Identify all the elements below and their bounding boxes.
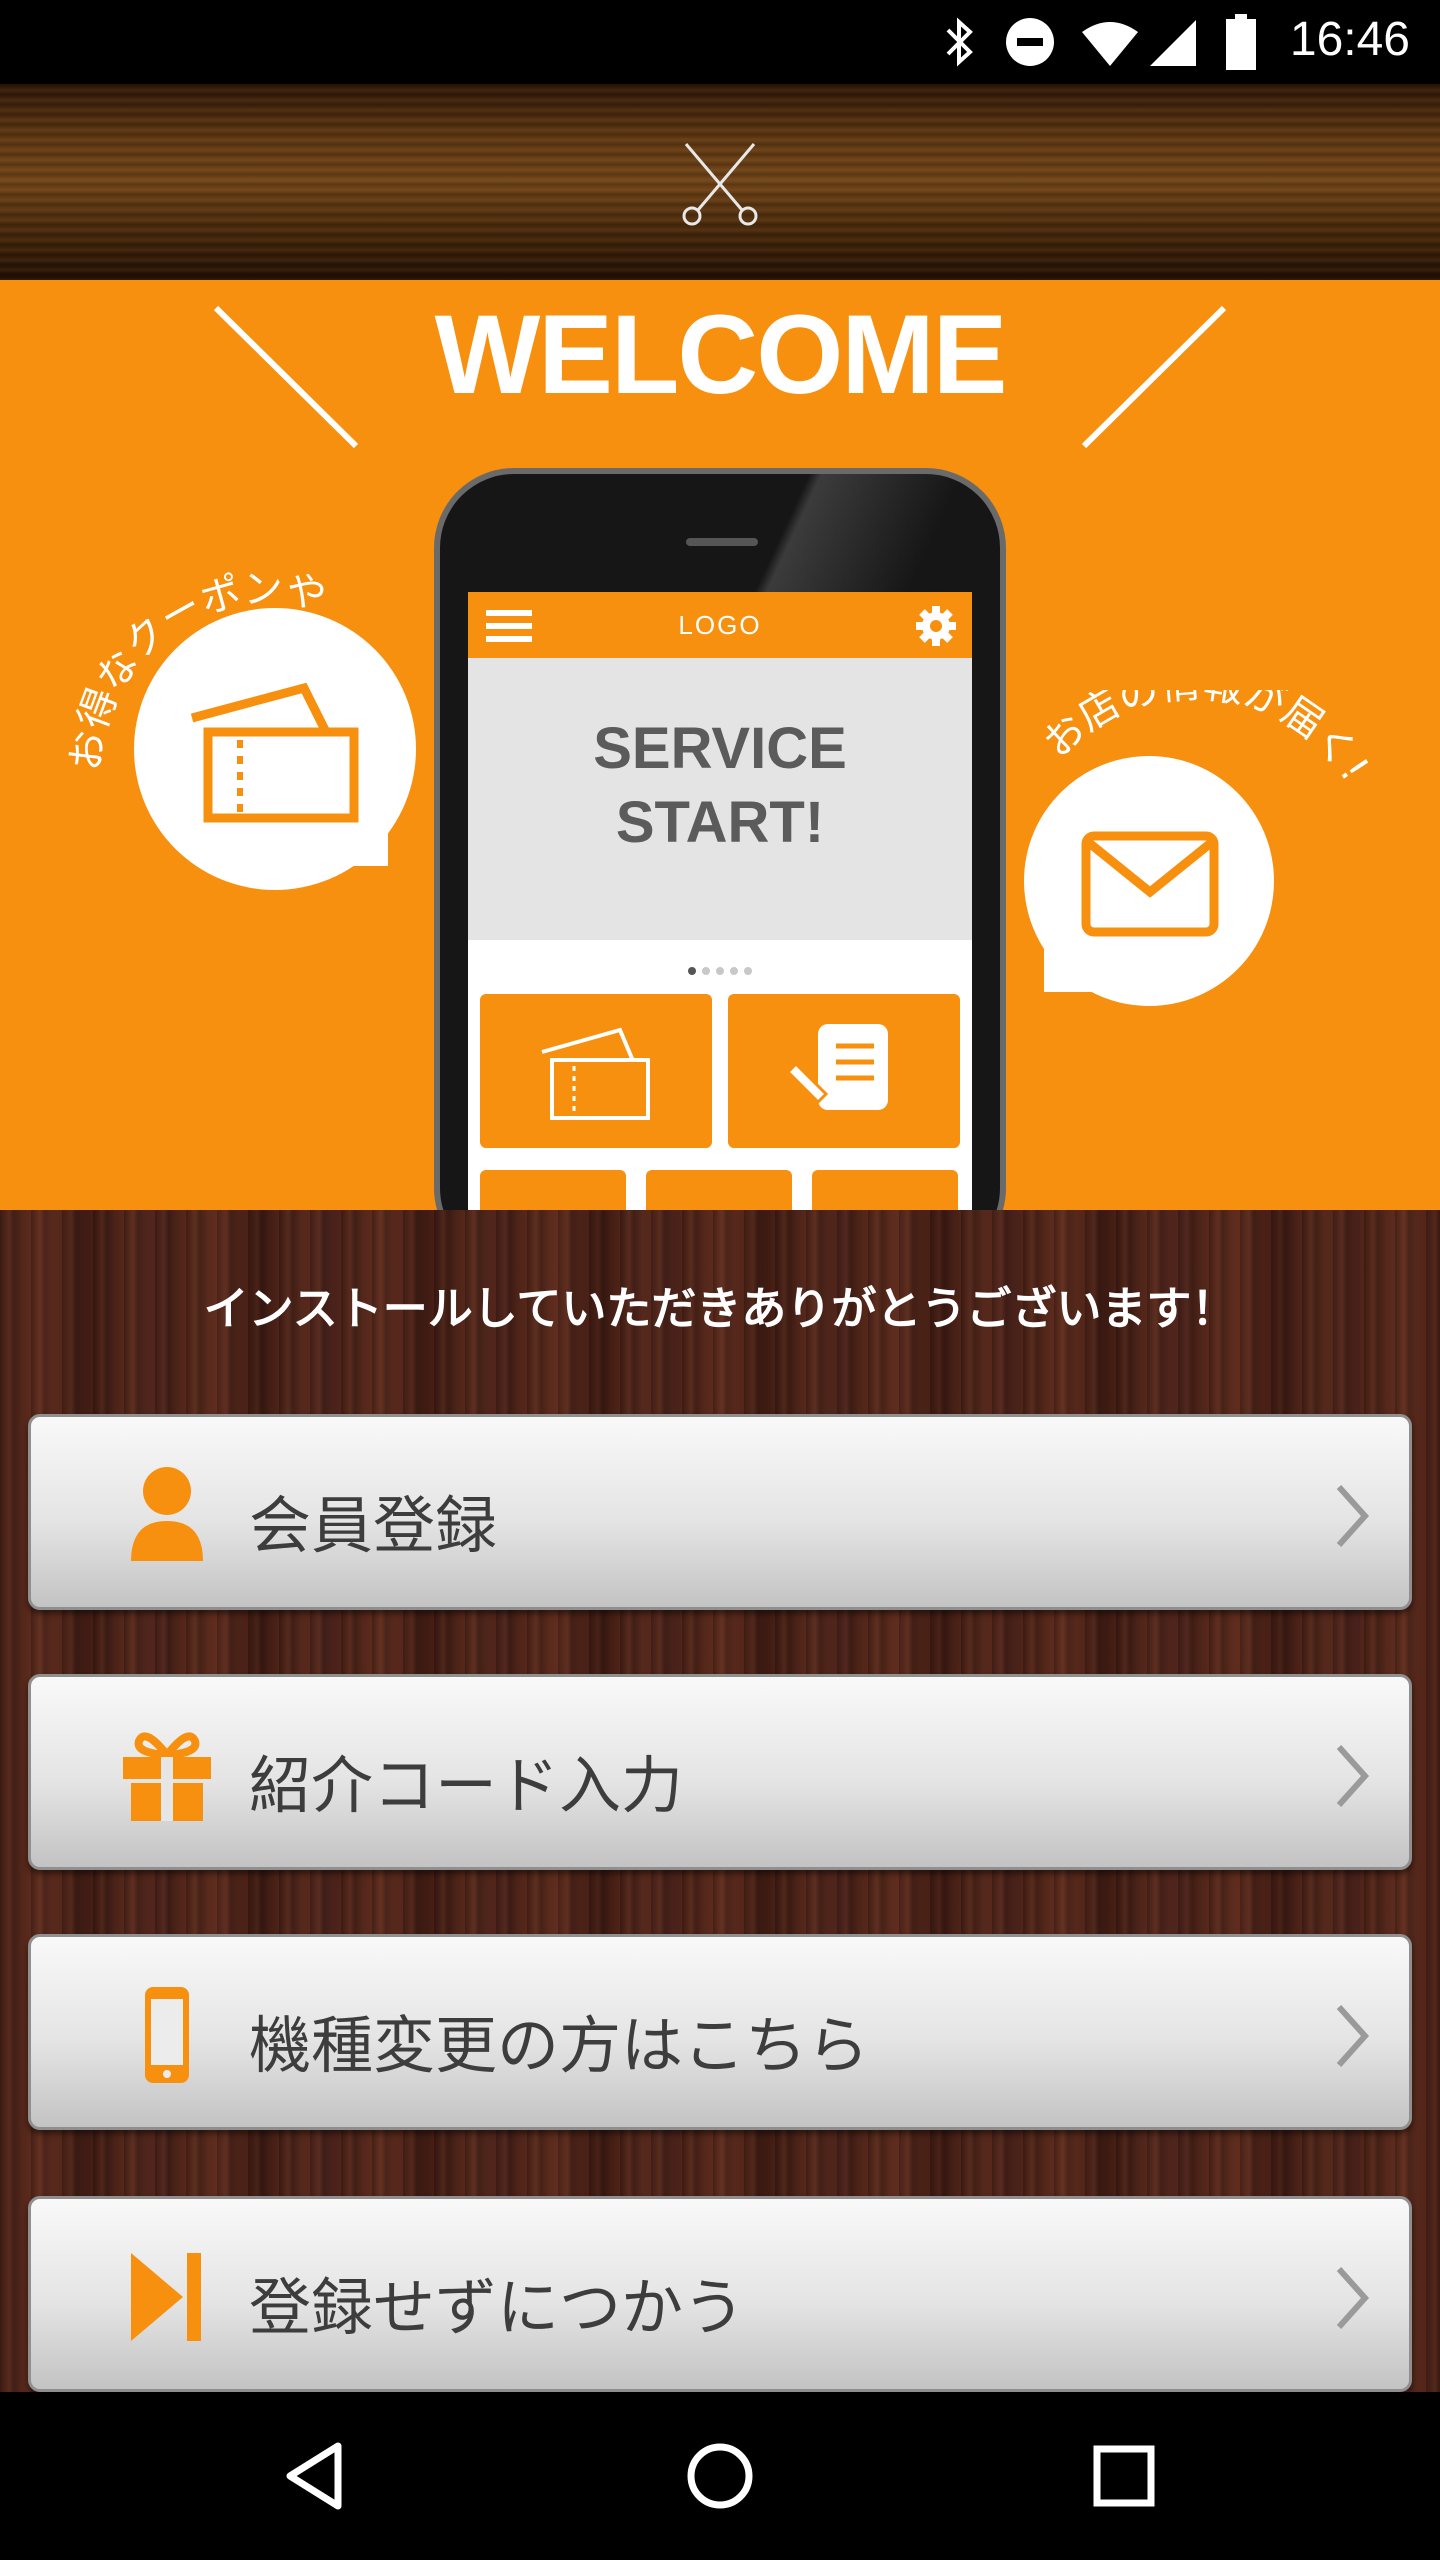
chevron-right-icon: [1336, 2266, 1370, 2330]
status-bar: 16:46: [0, 0, 1440, 84]
member-registration-button[interactable]: 会員登録: [28, 1414, 1412, 1610]
coupon-caption: お得なクーポンや: [63, 566, 330, 773]
back-icon[interactable]: [276, 2436, 356, 2516]
info-caption-text: お店の情報が届く!: [1040, 690, 1377, 789]
smartphone-icon: [145, 1987, 189, 2083]
phone-screen: LOGO SERVICE START!: [468, 592, 972, 1210]
mock-tile-news: [728, 994, 960, 1148]
use-without-registration-label: 登録せずにつかう: [249, 2271, 746, 2344]
thanks-message: インストールしていただきありがとうございます！: [203, 1282, 1237, 1335]
skip-icon: [131, 2253, 201, 2341]
mock-tile-b: [646, 1170, 792, 1210]
mock-service-headline: SERVICE START!: [468, 712, 972, 860]
status-time: 16:46: [1289, 13, 1410, 66]
mock-note-icon: [788, 1024, 888, 1110]
gear-icon: [916, 606, 956, 646]
main-content: インストールしていただきありがとうございます！ 会員登録 紹介コード入力 機種変…: [0, 1210, 1440, 2392]
signal-icon: [1150, 20, 1196, 66]
chevron-right-icon: [1336, 2004, 1370, 2068]
welcome-banner: WELCOME お得なクーポンや お店の情報が届く!: [0, 280, 1440, 1210]
bluetooth-icon: [946, 17, 973, 67]
gift-icon: [123, 1732, 211, 1821]
battery-icon: [1226, 14, 1256, 70]
member-registration-label: 会員登録: [249, 1489, 498, 1562]
mock-screen-lower: [468, 940, 972, 1210]
mock-pager-dots: [468, 960, 972, 979]
mock-app-logo: LOGO: [678, 610, 762, 640]
mock-service-line1: SERVICE: [593, 716, 847, 781]
app-header: [0, 84, 1440, 280]
phone-mockup: LOGO SERVICE START!: [434, 468, 1006, 1210]
mock-coupon-icon: [541, 1027, 650, 1120]
coupon-caption-text: お得なクーポンや: [63, 566, 330, 773]
device-change-label: 機種変更の方はこちら: [249, 2009, 870, 2082]
mock-tile-coupon: [480, 994, 712, 1148]
mock-service-line2: START!: [615, 790, 825, 855]
mock-tile-a: [480, 1170, 626, 1210]
phone-speaker: [686, 538, 758, 546]
mock-app-bar: LOGO: [468, 592, 972, 658]
person-icon: [131, 1467, 203, 1561]
svg-text:お店の情報が届く!: お店の情報が届く!: [1040, 690, 1377, 789]
mock-tile-c: [812, 1170, 958, 1210]
system-nav-bar: [0, 2392, 1440, 2560]
referral-code-button[interactable]: 紹介コード入力: [28, 1674, 1412, 1870]
wifi-icon: [1082, 22, 1138, 66]
phone-shine: [440, 474, 1000, 594]
scissors-icon: [682, 143, 758, 226]
info-caption: お店の情報が届く!: [1040, 690, 1377, 789]
home-icon[interactable]: [680, 2436, 760, 2516]
chevron-right-icon: [1336, 1484, 1370, 1548]
referral-code-label: 紹介コード入力: [249, 1749, 684, 1822]
use-without-registration-button[interactable]: 登録せずにつかう: [28, 2196, 1412, 2392]
chevron-right-icon: [1336, 1744, 1370, 1808]
do-not-disturb-icon: [1006, 18, 1054, 66]
recents-icon[interactable]: [1084, 2436, 1164, 2516]
device-change-button[interactable]: 機種変更の方はこちら: [28, 1934, 1412, 2130]
svg-text:お得なクーポンや: お得なクーポンや: [63, 566, 330, 773]
